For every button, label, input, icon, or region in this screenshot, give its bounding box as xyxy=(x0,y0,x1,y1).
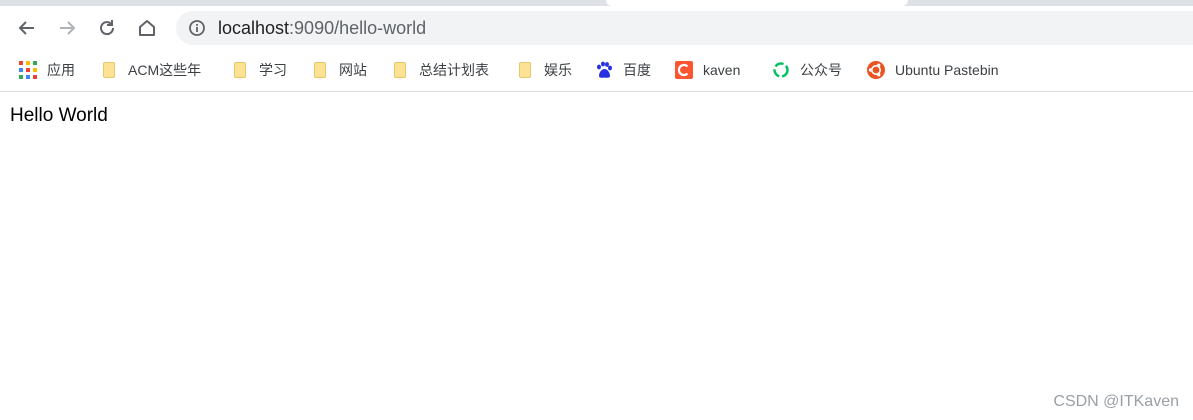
back-arrow-icon xyxy=(18,21,34,35)
folder-icon xyxy=(516,61,534,79)
csdn-c-icon xyxy=(675,61,693,79)
bookmark-folder-acm[interactable]: ACM这些年 xyxy=(100,60,201,80)
home-button[interactable] xyxy=(132,13,162,43)
url-path: :9090/hello-world xyxy=(289,18,427,38)
folder-icon xyxy=(391,61,409,79)
ubuntu-icon xyxy=(867,61,885,79)
bookmark-label: 百度 xyxy=(623,62,651,78)
bookmark-wechat[interactable]: 公众号 xyxy=(772,60,842,80)
bookmark-label: 应用 xyxy=(47,62,75,78)
bookmark-label: ACM这些年 xyxy=(128,62,202,78)
url-text[interactable]: localhost:9090/hello-world xyxy=(218,18,426,38)
page-body-text: Hello World xyxy=(10,105,108,126)
csdn-watermark: CSDN @ITKaven xyxy=(1053,393,1179,410)
bookmark-label: 总结计划表 xyxy=(419,62,489,78)
bookmark-ubuntu-pastebin[interactable]: Ubuntu Pastebin xyxy=(867,60,999,80)
bookmark-label: 娱乐 xyxy=(544,62,572,78)
address-bar[interactable]: localhost:9090/hello-world xyxy=(176,11,1193,45)
forward-button[interactable] xyxy=(52,13,82,43)
wechat-channel-icon xyxy=(772,61,790,79)
reload-button[interactable] xyxy=(92,13,122,43)
bookmark-label: 学习 xyxy=(259,62,287,78)
folder-icon xyxy=(100,61,118,79)
bookmark-label: kaven xyxy=(703,62,741,78)
bookmark-label: 网站 xyxy=(339,62,367,78)
folder-icon xyxy=(311,61,329,79)
bookmark-folder-sites[interactable]: 网站 xyxy=(311,60,367,80)
bookmark-baidu[interactable]: 百度 xyxy=(595,60,651,80)
apps-grid-icon xyxy=(19,61,37,79)
bookmark-folder-plans[interactable]: 总结计划表 xyxy=(391,60,489,80)
bookmark-folder-study[interactable]: 学习 xyxy=(231,60,287,80)
browser-toolbar: localhost:9090/hello-world xyxy=(0,6,1193,50)
home-icon xyxy=(139,20,155,36)
bookmark-folder-fun[interactable]: 娱乐 xyxy=(516,60,572,80)
bookmark-kaven[interactable]: kaven xyxy=(675,60,740,80)
bookmarks-bar: 应用 ACM这些年 学习 网站 总结计划表 娱乐 百度 kaven 公众号 Ub… xyxy=(0,50,1193,92)
bookmark-label: 公众号 xyxy=(800,62,842,78)
baidu-paw-icon xyxy=(595,61,613,79)
back-button[interactable] xyxy=(12,13,42,43)
bookmark-apps[interactable]: 应用 xyxy=(19,60,75,80)
bookmark-label: Ubuntu Pastebin xyxy=(895,62,999,78)
folder-icon xyxy=(231,61,249,79)
reload-icon xyxy=(100,20,115,36)
url-host: localhost xyxy=(218,18,290,38)
info-icon[interactable] xyxy=(188,19,206,37)
forward-arrow-icon xyxy=(60,21,76,35)
